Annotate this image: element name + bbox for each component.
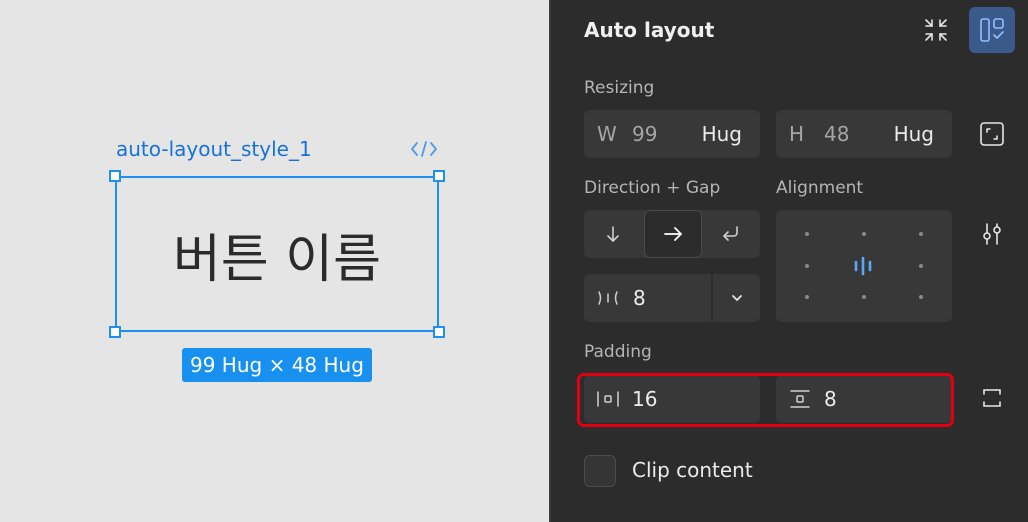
chevron-down-icon[interactable] <box>730 290 744 309</box>
height-field[interactable]: H 48 Hug <box>776 110 952 158</box>
align-center-selected-icon[interactable] <box>852 255 874 281</box>
direction-horizontal-button[interactable] <box>644 210 702 258</box>
direction-wrap-button[interactable] <box>702 210 760 258</box>
individual-padding-icon[interactable] <box>970 376 1014 420</box>
properties-panel: Auto layout Resizing W 99 Hug H 48 Hug D… <box>551 0 1028 522</box>
align-bottom-left[interactable] <box>805 295 809 299</box>
direction-vertical-button[interactable] <box>584 210 642 258</box>
width-prefix: W <box>597 122 617 146</box>
align-middle-right[interactable] <box>919 264 923 268</box>
align-top-right[interactable] <box>919 232 923 236</box>
advanced-settings-icon[interactable] <box>970 212 1014 256</box>
alignment-grid[interactable] <box>776 210 952 322</box>
code-icon[interactable] <box>410 139 438 159</box>
clip-content-checkbox[interactable] <box>584 455 616 487</box>
align-top-left[interactable] <box>805 232 809 236</box>
size-badge: 99 Hug × 48 Hug <box>182 348 372 382</box>
resize-to-fit-icon[interactable] <box>970 112 1014 156</box>
width-field[interactable]: W 99 Hug <box>584 110 760 158</box>
height-mode[interactable]: Hug <box>894 122 934 146</box>
padding-highlight-box <box>577 373 954 427</box>
design-canvas[interactable]: auto-layout_style_1 버튼 이름 99 Hug × 48 Hu… <box>0 0 550 522</box>
padding-label: Padding <box>584 342 652 362</box>
auto-layout-settings-icon[interactable] <box>969 7 1015 53</box>
gap-icon <box>597 288 619 312</box>
selection-box[interactable] <box>115 176 439 332</box>
align-bottom-right[interactable] <box>919 295 923 299</box>
direction-gap-label: Direction + Gap <box>584 178 721 198</box>
width-mode[interactable]: Hug <box>702 122 742 146</box>
width-value[interactable]: 99 <box>632 122 657 146</box>
frame-name-label[interactable]: auto-layout_style_1 <box>116 137 312 161</box>
resizing-label: Resizing <box>584 78 655 98</box>
clip-content-label[interactable]: Clip content <box>632 458 753 482</box>
arrow-right-icon <box>664 227 682 241</box>
alignment-label: Alignment <box>776 178 864 198</box>
align-middle-left[interactable] <box>805 264 809 268</box>
align-top-center[interactable] <box>862 232 866 236</box>
wrap-icon <box>723 226 738 241</box>
gap-field[interactable]: 8 <box>584 274 760 322</box>
gap-divider <box>711 274 713 322</box>
height-value[interactable]: 48 <box>824 122 849 146</box>
resize-handle-bottom-left[interactable] <box>109 326 121 338</box>
gap-value[interactable]: 8 <box>633 286 646 310</box>
resize-handle-bottom-right[interactable] <box>433 326 445 338</box>
collapse-icon[interactable] <box>914 8 958 52</box>
resize-handle-top-left[interactable] <box>109 170 121 182</box>
arrow-down-icon <box>607 226 619 242</box>
direction-segmented-control <box>584 210 760 258</box>
resize-handle-top-right[interactable] <box>433 170 445 182</box>
align-bottom-center[interactable] <box>862 295 866 299</box>
height-prefix: H <box>789 122 805 146</box>
section-title: Auto layout <box>584 18 715 42</box>
